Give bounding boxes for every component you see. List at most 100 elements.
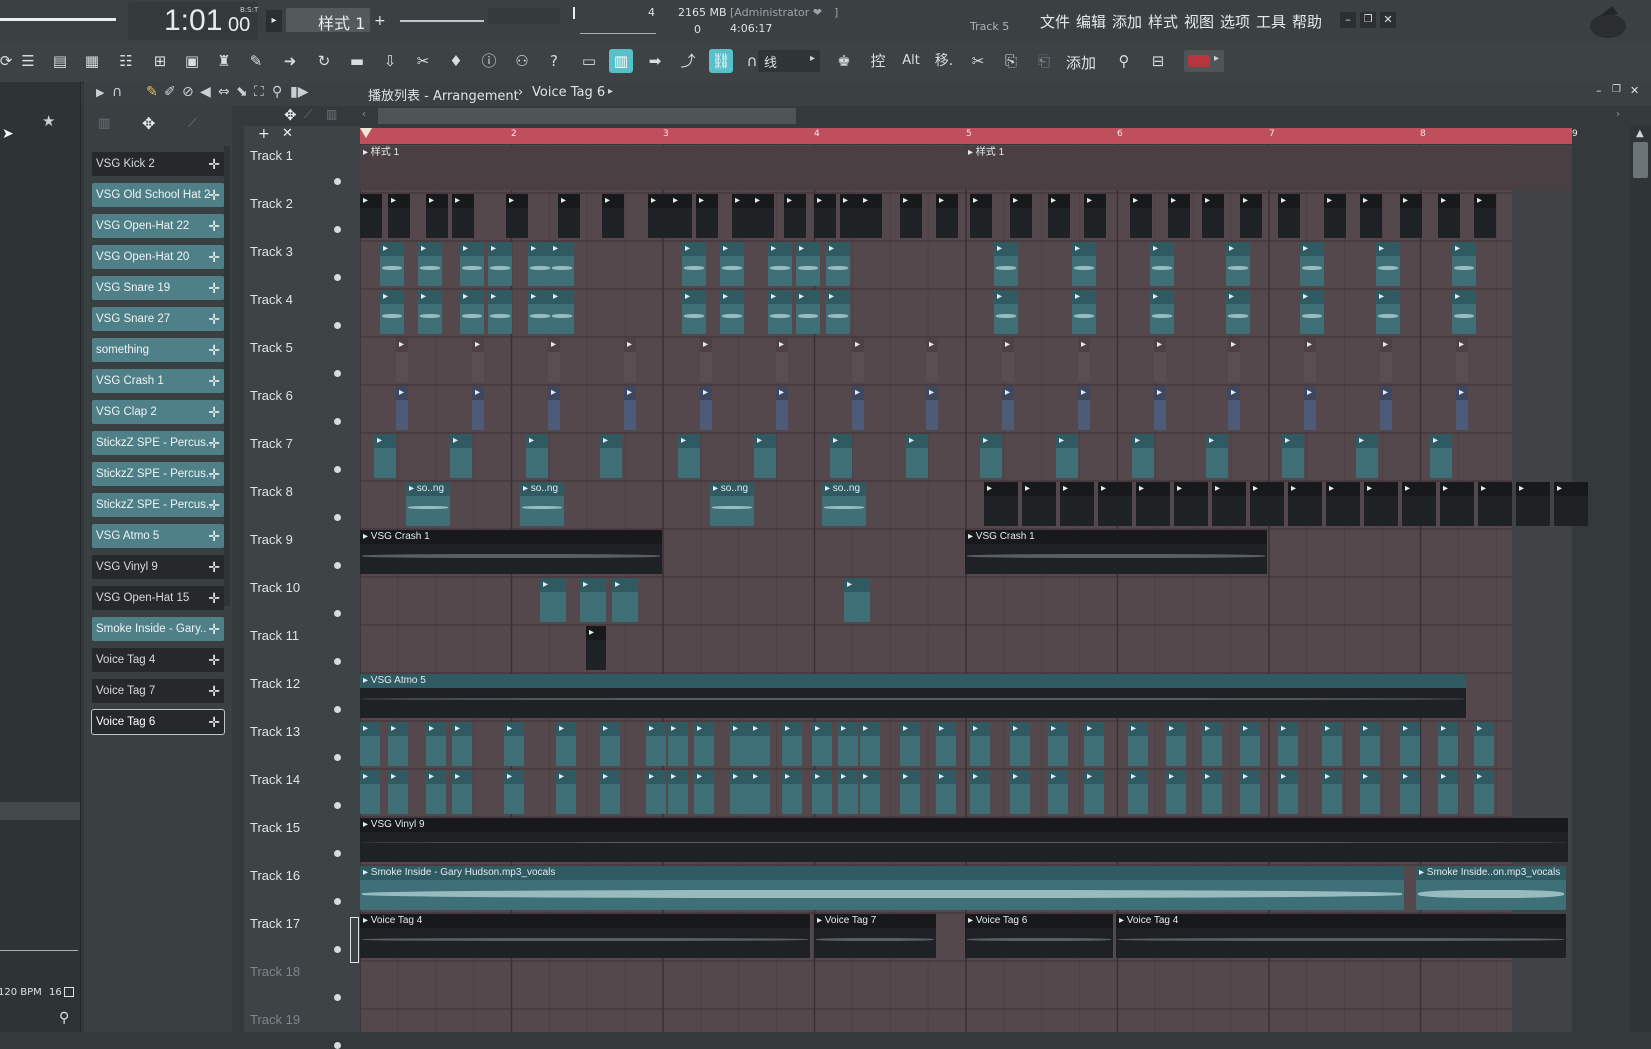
overview-scrollbar[interactable] <box>378 108 796 124</box>
channel-arrows-icon[interactable]: ✥ <box>142 114 155 133</box>
playlist-clip[interactable]: ▸ <box>840 194 862 238</box>
playlist-clip[interactable]: ▸ <box>970 194 992 238</box>
menu-view[interactable]: 视图 <box>1184 11 1214 32</box>
track-label[interactable]: Track 10 <box>250 580 300 595</box>
track-enable-dot[interactable] <box>334 802 341 809</box>
playlist-clip[interactable]: ▸ <box>1166 770 1186 814</box>
playlist-clip[interactable]: ▸ <box>556 770 576 814</box>
playlist-clip[interactable]: ▸ <box>648 194 670 238</box>
playlist-clip[interactable]: ▸ <box>1322 722 1342 766</box>
playlist-clip[interactable]: ▸ <box>380 242 404 286</box>
playlist-clip[interactable]: ▸ <box>360 194 382 238</box>
channel-button[interactable]: VSG Atmo 5 ✛ <box>92 524 224 548</box>
pitch-box[interactable] <box>488 8 560 24</box>
playlist-clip[interactable]: ▸ <box>488 242 512 286</box>
playlist-clip[interactable]: ▸ <box>418 290 442 334</box>
track-label[interactable]: Track 7 <box>250 436 293 451</box>
playlist-clip[interactable]: ▸ <box>750 770 770 814</box>
pencil-icon[interactable]: ✎ <box>146 84 158 100</box>
playlist-clip[interactable]: ▸ <box>826 242 850 286</box>
playlist-clip[interactable]: ▸ <box>694 770 714 814</box>
playlist-clip[interactable]: ▸ <box>900 770 920 814</box>
playlist-clip[interactable]: ▸ <box>750 722 770 766</box>
playlist-clip[interactable]: ▸ VSG Vinyl 9 <box>360 818 1568 862</box>
playlist-clip[interactable]: ▸ <box>1206 434 1228 478</box>
playlist-clip[interactable]: ▸ <box>1228 338 1240 382</box>
playlist-clip[interactable]: ▸ <box>1228 386 1240 430</box>
playlist-clip[interactable]: ▸ <box>1300 290 1324 334</box>
track-enable-dot[interactable] <box>334 514 341 521</box>
track-enable-dot[interactable] <box>334 754 341 761</box>
playlist-clip[interactable]: ▸ <box>694 722 714 766</box>
playlist-clip[interactable]: ▸ Voice Tag 4 <box>360 914 810 958</box>
pin-icon[interactable]: ⚲ <box>1112 49 1136 73</box>
browser-selected-row[interactable] <box>0 802 80 820</box>
playlist-clip[interactable]: ▸ <box>1130 194 1152 238</box>
playlist-clip[interactable]: ▸ so..ng <box>406 482 450 526</box>
playlist-clip[interactable]: ▸ <box>472 386 484 430</box>
playlist-clip[interactable]: ▸ <box>826 290 850 334</box>
playlist-clip[interactable]: ▸ <box>426 722 446 766</box>
playlist-clip[interactable]: ▸ <box>550 242 574 286</box>
playlist-clip[interactable]: ▸ <box>1136 482 1170 526</box>
playlist-clip[interactable]: ▸ <box>1010 194 1032 238</box>
channel-route-icon[interactable]: ✛ <box>208 462 220 486</box>
track-label[interactable]: Track 18 <box>250 964 300 979</box>
playlist-clip[interactable]: ▸ VSG Crash 1 <box>965 530 1267 574</box>
record-toggle[interactable]: ▸ <box>1184 50 1224 72</box>
clipboard-icon[interactable]: ▣ <box>180 49 204 73</box>
playlist-clip[interactable]: ▸ <box>1474 194 1496 238</box>
channel-route-icon[interactable]: ✛ <box>208 555 220 579</box>
plugin-icon[interactable]: ♜ <box>212 49 236 73</box>
channel-button[interactable]: VSG Vinyl 9 ✛ <box>92 555 224 579</box>
playlist-clip[interactable]: ▸ <box>776 386 788 430</box>
channel-route-icon[interactable]: ✛ <box>208 183 220 207</box>
calendar-icon[interactable] <box>64 987 74 997</box>
track-enable-dot[interactable] <box>334 418 341 425</box>
scroll-up-icon[interactable]: ▲ <box>1636 128 1644 139</box>
playlist-clip[interactable]: ▸ <box>852 338 864 382</box>
ctrl-button[interactable]: 控 <box>866 49 890 73</box>
playlist-clip[interactable]: ▸ so..ng <box>822 482 866 526</box>
playlist-clip[interactable]: ▸ Smoke Inside - Gary Hudson.mp3_vocals <box>360 866 1404 910</box>
info-icon[interactable]: ⓘ <box>477 49 501 73</box>
playlist-clip[interactable]: ▸ <box>388 722 408 766</box>
playlist-clip[interactable]: ▸ <box>1304 338 1316 382</box>
vertical-scrollbar[interactable]: ▲ <box>1630 126 1651 1032</box>
playlist-clip[interactable]: ▸ <box>730 770 750 814</box>
playlist-clip[interactable]: ▸ <box>452 770 472 814</box>
add-button[interactable]: 添加 <box>1066 52 1096 73</box>
playlist-clip[interactable]: ▸ <box>426 194 448 238</box>
channel-link-icon[interactable]: ⟋ <box>188 116 197 131</box>
playlist-clip[interactable]: ▸ <box>360 722 380 766</box>
playlist-clip[interactable]: ▸ <box>782 770 802 814</box>
playlist-clip[interactable]: ▸ <box>906 434 928 478</box>
mixer-icon[interactable]: ☷ <box>114 49 138 73</box>
track-enable-dot[interactable] <box>334 898 341 905</box>
playlist-clip[interactable]: ▸ <box>1022 482 1056 526</box>
playlist-clip[interactable]: ▸ <box>1278 770 1298 814</box>
channel-route-icon[interactable]: ✛ <box>208 369 220 393</box>
channel-button[interactable]: something ✛ <box>92 338 224 362</box>
playlist-clip[interactable]: ▸ <box>796 242 820 286</box>
playlist-clip[interactable]: ▸ <box>1380 386 1392 430</box>
playlist-clip[interactable]: ▸ <box>646 722 666 766</box>
playlist-clip[interactable]: ▸ <box>506 194 528 238</box>
channel-button[interactable]: VSG Open-Hat 20 ✛ <box>92 245 224 269</box>
playlist-clip[interactable]: ▸ <box>1150 290 1174 334</box>
playlist-clip[interactable]: ▸ <box>1376 290 1400 334</box>
playlist-clip[interactable]: ▸ <box>548 386 560 430</box>
playlist-clip[interactable]: ▸ <box>1474 770 1494 814</box>
playlist-restore-button[interactable]: ❐ <box>1612 84 1621 95</box>
playlist-clip[interactable]: ▸ <box>1056 434 1078 478</box>
restore-button[interactable]: ❐ <box>1360 12 1376 28</box>
move-cross-icon[interactable]: ✥ <box>284 106 297 124</box>
playlist-clip[interactable]: ▸ <box>1430 434 1452 478</box>
playlist-clip[interactable]: ▸ so..ng <box>710 482 754 526</box>
playlist-clip[interactable]: ▸ <box>970 722 990 766</box>
track-enable-dot[interactable] <box>334 226 341 233</box>
channel-button[interactable]: VSG Open-Hat 15 ✛ <box>92 586 224 610</box>
playlist-clip[interactable]: ▸ <box>1438 194 1460 238</box>
playlist-clip[interactable]: ▸ <box>752 194 774 238</box>
playlist-clip[interactable]: ▸ <box>852 386 864 430</box>
